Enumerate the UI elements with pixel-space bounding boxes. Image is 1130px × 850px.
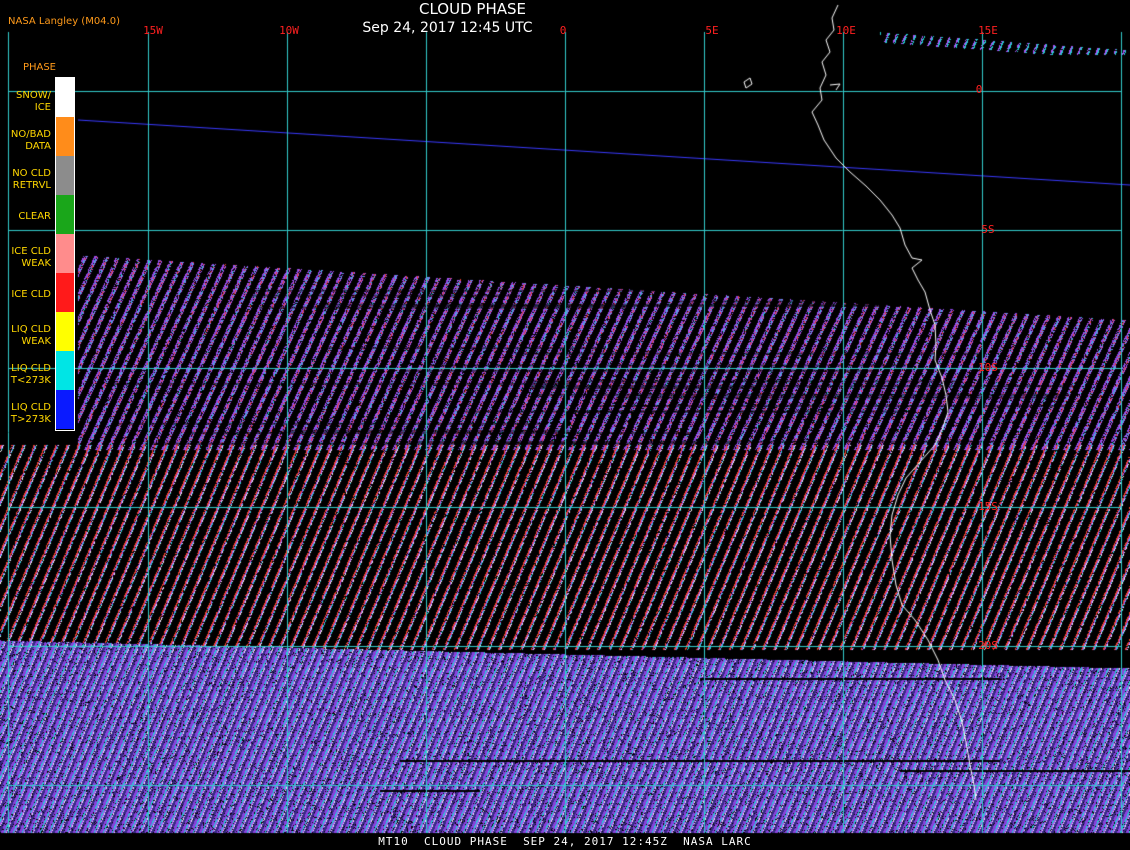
map-title: CLOUD PHASE bbox=[0, 0, 945, 18]
legend-label-no-cld-retrvl: NO CLD RETRVL bbox=[0, 168, 51, 192]
legend-label-liq-cld-weak: LIQ CLD WEAK bbox=[0, 324, 51, 348]
lon-label-10w: 10W bbox=[269, 24, 309, 37]
legend-label-liq-cld-warm: LIQ CLD T>273K bbox=[0, 402, 51, 426]
lon-label-0: 0 bbox=[543, 24, 583, 37]
lat-label-0: 0 bbox=[964, 83, 994, 96]
lon-label-10e: 10E bbox=[826, 24, 866, 37]
legend-title: PHASE bbox=[4, 62, 56, 73]
legend-label-ice-cld: ICE CLD bbox=[0, 289, 51, 301]
lon-label-5e: 5E bbox=[692, 24, 732, 37]
lon-label-15w: 15W bbox=[133, 24, 173, 37]
lat-label-20s: 20S bbox=[973, 639, 1003, 652]
lat-label-10s: 10S bbox=[973, 361, 1003, 374]
legend-label-snow-ice: SNOW/ ICE bbox=[0, 90, 51, 114]
lat-label-15s: 15S bbox=[973, 500, 1003, 513]
legend-label-clear: CLEAR bbox=[0, 211, 51, 223]
legend-label-liq-cld-cold: LIQ CLD T<273K bbox=[0, 363, 51, 387]
footer-caption: MT10 CLOUD PHASE SEP 24, 2017 12:45Z NAS… bbox=[0, 835, 1130, 848]
lon-label-15e: 15E bbox=[968, 24, 1008, 37]
cloud-phase-map bbox=[0, 0, 1130, 850]
legend-frame bbox=[55, 77, 75, 431]
legend-label-ice-cld-weak: ICE CLD WEAK bbox=[0, 246, 51, 270]
lat-label-5s: 5S bbox=[973, 223, 1003, 236]
legend-label-no-bad-data: NO/BAD DATA bbox=[0, 129, 51, 153]
